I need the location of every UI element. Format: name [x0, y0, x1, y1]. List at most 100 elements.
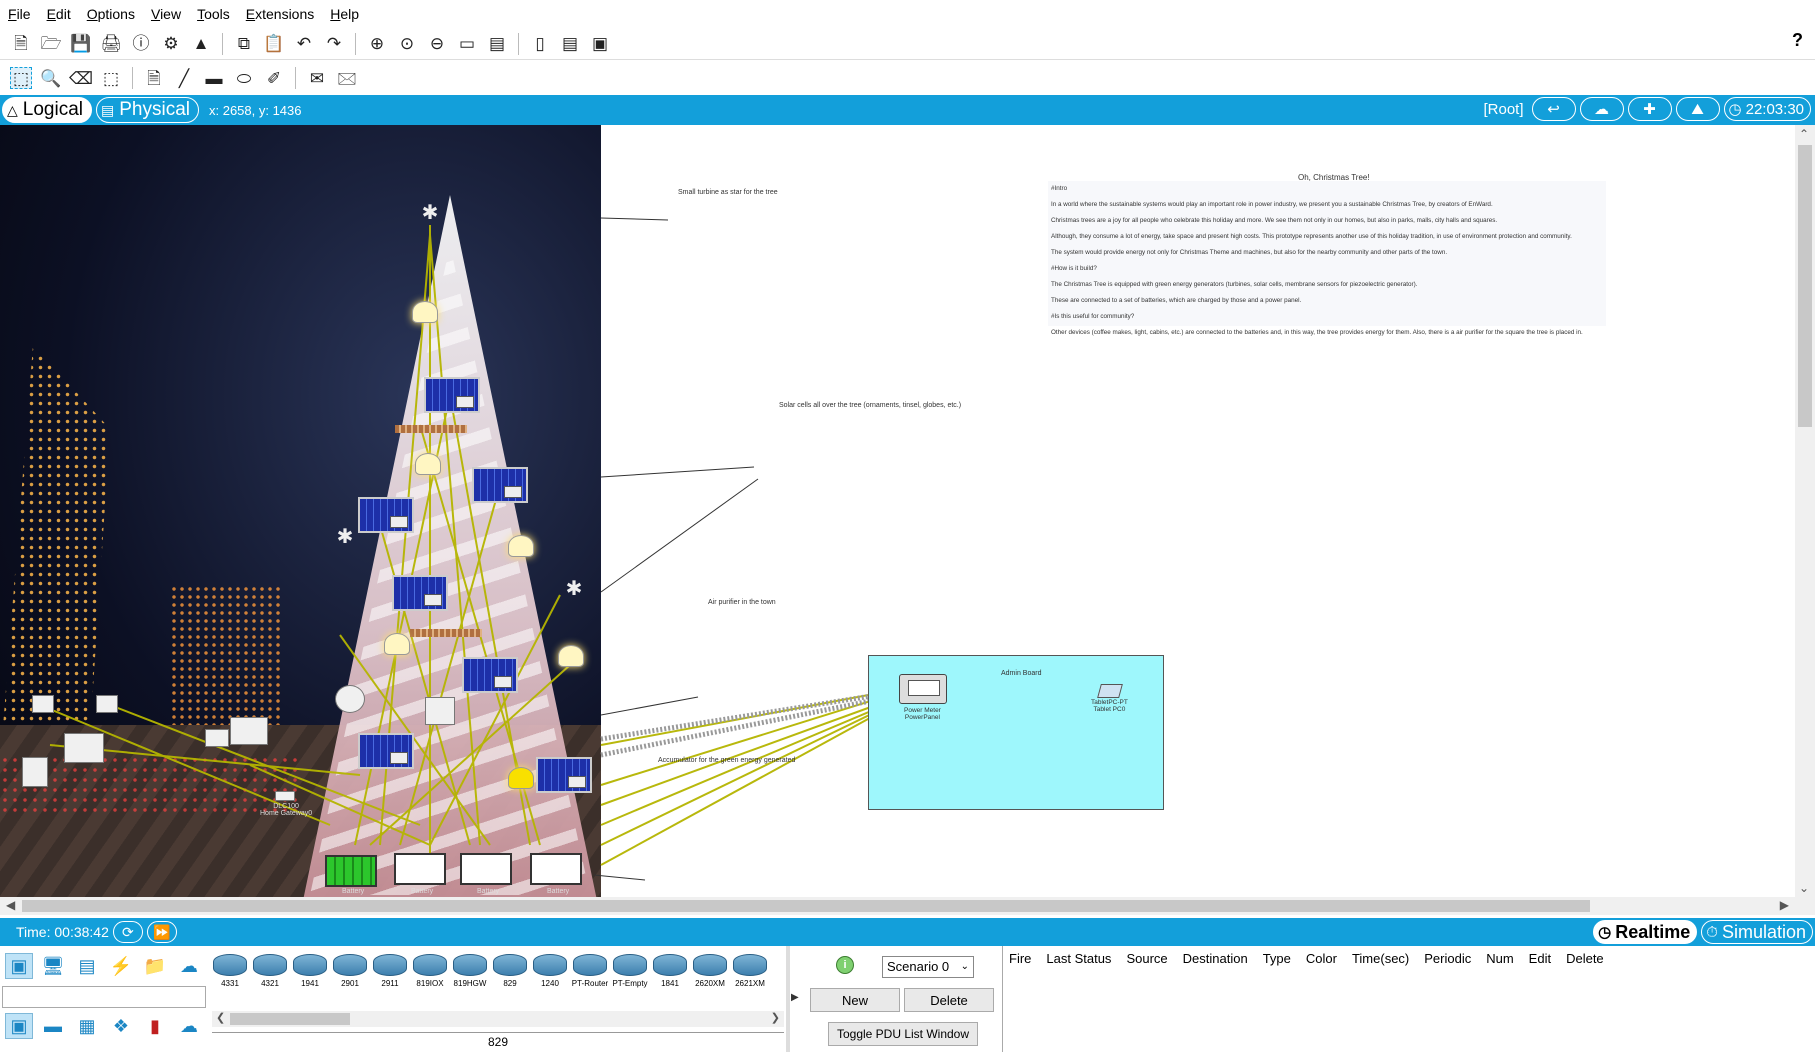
power-meter-device[interactable]	[899, 674, 947, 704]
device-dialog-icon[interactable]: ▯	[529, 33, 551, 55]
network-devices-icon[interactable]: ▣	[5, 953, 33, 979]
logical-workspace-canvas[interactable]: ✱ ✱ ✱ DLC100 Home Gateway0 Battery Batte…	[0, 125, 1795, 897]
scroll-left-icon[interactable]: ◀	[6, 898, 15, 912]
redo-icon[interactable]: ↷	[323, 33, 345, 55]
col-type[interactable]: Type	[1263, 951, 1291, 966]
rectangle-icon[interactable]: ▬	[203, 67, 225, 89]
col-num[interactable]: Num	[1486, 951, 1513, 966]
device-item[interactable]: 2901	[330, 948, 370, 1012]
iot-sensor-device[interactable]	[32, 695, 54, 713]
menu-help[interactable]: Help	[330, 6, 359, 22]
miscellaneous-icon[interactable]: 📁	[141, 953, 169, 979]
copy-icon[interactable]: ⧉	[233, 33, 255, 55]
wireless-devices-icon[interactable]: ❖	[107, 1013, 135, 1039]
battery-device[interactable]	[530, 853, 582, 885]
menu-edit[interactable]: Edit	[47, 6, 71, 22]
device-list-scrollbar[interactable]: ❮ ❯	[212, 1011, 784, 1027]
power-cycle-icon[interactable]: ⟳	[112, 921, 143, 943]
network-wizard-icon[interactable]: ⚙	[160, 33, 182, 55]
scenario-select[interactable]: Scenario 0 ⌄	[882, 956, 974, 978]
col-destination[interactable]: Destination	[1183, 951, 1248, 966]
scenario-info-icon[interactable]: i	[836, 956, 854, 974]
help-icon[interactable]: ?	[1792, 30, 1803, 51]
scrollbar-thumb[interactable]	[1798, 145, 1812, 427]
line-icon[interactable]: ╱	[173, 67, 195, 89]
iot-sensor-device[interactable]	[205, 729, 229, 747]
col-fire[interactable]: Fire	[1009, 951, 1031, 966]
scroll-down-icon[interactable]: ⌄	[1799, 881, 1809, 895]
menu-file[interactable]: File	[8, 6, 31, 22]
wind-turbine-device[interactable]: ✱	[562, 577, 586, 603]
simple-pdu-icon[interactable]: ✉	[306, 67, 328, 89]
device-item[interactable]: 2620XM	[690, 948, 730, 1012]
device-item[interactable]: 1941	[290, 948, 330, 1012]
viewport-icon[interactable]: ▣	[589, 33, 611, 55]
device-item[interactable]: 2911	[370, 948, 410, 1012]
delete-scenario-button[interactable]: Delete	[904, 988, 994, 1012]
activity-wizard-icon[interactable]: ▲	[190, 33, 212, 55]
scroll-left-icon[interactable]: ❮	[216, 1011, 225, 1024]
solar-panel-device[interactable]	[424, 377, 480, 413]
solar-panel-device[interactable]	[358, 497, 414, 533]
ellipse-icon[interactable]: ⬭	[233, 67, 255, 89]
note-solar-cells[interactable]: Solar cells all over the tree (ornaments…	[779, 402, 961, 409]
iot-sensor-device[interactable]	[96, 695, 118, 713]
admin-board-cluster[interactable]: Admin Board Power Meter PowerPanel Table…	[868, 655, 1164, 810]
wind-turbine-device[interactable]: ✱	[333, 525, 357, 551]
navigation-back-icon[interactable]: ↩	[1531, 97, 1576, 121]
smart-appliance-device[interactable]	[425, 697, 455, 725]
security-icon[interactable]: ▮	[141, 1013, 169, 1039]
tab-physical[interactable]: ▤ Physical	[96, 97, 199, 123]
paste-icon[interactable]: 📋	[263, 33, 285, 55]
menu-view[interactable]: View	[151, 6, 181, 22]
scrollbar-thumb[interactable]	[230, 1013, 350, 1025]
scroll-up-icon[interactable]: ⌃	[1799, 127, 1809, 141]
zoom-in-icon[interactable]: ⊕	[366, 33, 388, 55]
viewport-pan-icon[interactable]: ✚	[1627, 97, 1672, 121]
cabin-device[interactable]	[230, 717, 268, 745]
resize-icon[interactable]: ⬚	[100, 67, 122, 89]
end-devices-icon[interactable]: 🖥	[39, 953, 67, 979]
toggle-pdu-list-button[interactable]: Toggle PDU List Window	[828, 1022, 978, 1046]
device-item[interactable]: 819IOX	[410, 948, 450, 1012]
fast-forward-icon[interactable]: ⏩	[146, 921, 177, 943]
solar-panel-device[interactable]	[536, 757, 592, 793]
note-accumulator[interactable]: Accumulator for the green energy generat…	[658, 757, 795, 764]
environment-icon[interactable]: ⛰	[1675, 97, 1720, 121]
solar-panel-device[interactable]	[472, 467, 528, 503]
print-icon[interactable]: 🖨	[100, 33, 122, 55]
menu-extensions[interactable]: Extensions	[246, 6, 315, 22]
device-item[interactable]: 1240	[530, 948, 570, 1012]
new-icon[interactable]: 🗎	[10, 33, 32, 55]
device-item[interactable]: 829	[490, 948, 530, 1012]
panel-divider[interactable]	[786, 946, 790, 1052]
col-source[interactable]: Source	[1126, 951, 1167, 966]
col-time[interactable]: Time(sec)	[1352, 951, 1409, 966]
open-icon[interactable]: 🗁	[40, 33, 62, 55]
scroll-right-icon[interactable]: ▶	[1780, 898, 1789, 912]
battery-device[interactable]	[394, 853, 446, 885]
col-last-status[interactable]: Last Status	[1046, 951, 1111, 966]
complex-pdu-icon[interactable]: 🖂	[336, 67, 358, 89]
device-search-input[interactable]	[2, 986, 206, 1008]
zoom-out-icon[interactable]: ⊖	[426, 33, 448, 55]
multiuser-icon[interactable]: ☁	[175, 953, 203, 979]
delete-icon[interactable]: ⌫	[69, 67, 93, 89]
solar-panel-device[interactable]	[358, 733, 414, 769]
col-delete[interactable]: Delete	[1566, 951, 1604, 966]
select-icon[interactable]: ⬚	[10, 67, 32, 89]
tab-simulation[interactable]: ⏱ Simulation	[1701, 920, 1813, 944]
smart-light-device[interactable]	[415, 453, 441, 475]
inspect-icon[interactable]: 🔍	[40, 67, 62, 89]
root-label[interactable]: [Root]	[1483, 101, 1523, 118]
col-periodic[interactable]: Periodic	[1424, 951, 1471, 966]
drawing-palette-icon[interactable]: ▭	[456, 33, 478, 55]
battery-device[interactable]	[325, 855, 377, 887]
components-icon[interactable]: ▤	[73, 953, 101, 979]
clock-display[interactable]: ◷ 22:03:30	[1723, 97, 1811, 121]
piezo-membrane-device[interactable]	[395, 425, 467, 433]
note-description[interactable]: #Intro In a world where the sustainable …	[1048, 181, 1606, 336]
undo-icon[interactable]: ↶	[293, 33, 315, 55]
note-turbine-star[interactable]: Small turbine as star for the tree	[678, 189, 778, 196]
smart-light-device[interactable]	[508, 767, 534, 789]
